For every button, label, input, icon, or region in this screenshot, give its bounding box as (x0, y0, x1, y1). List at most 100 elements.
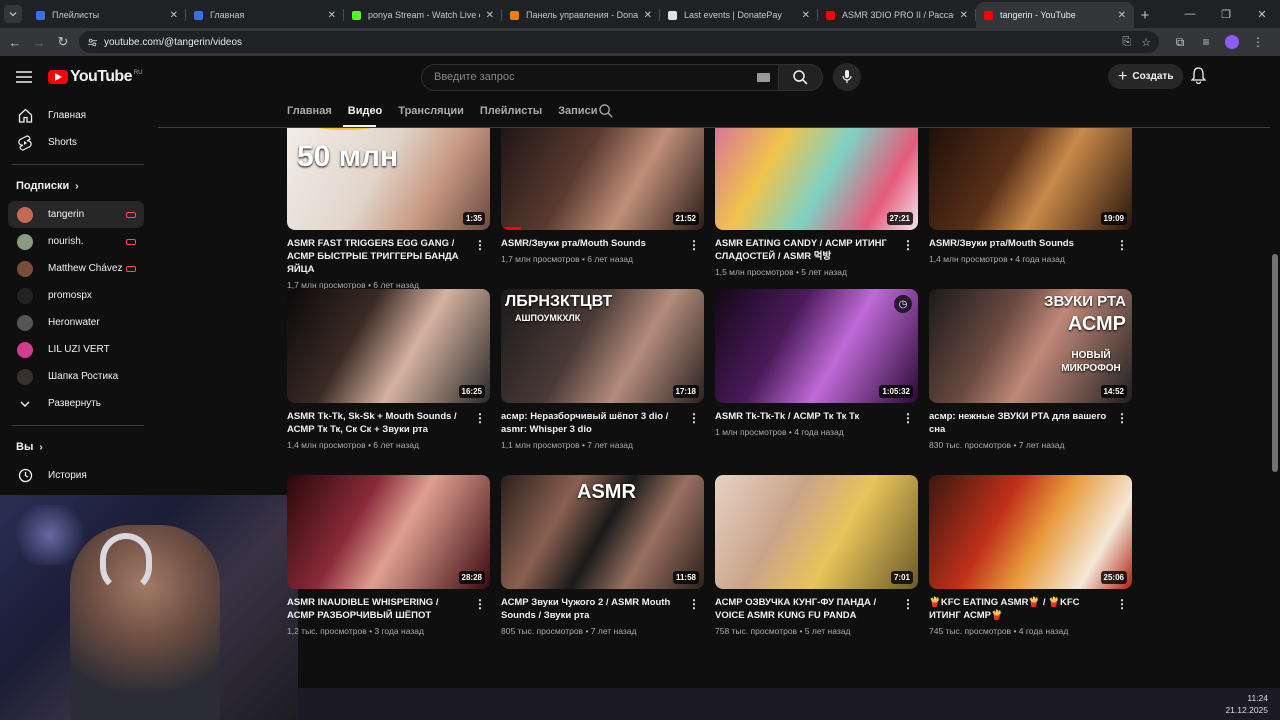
subscription-item[interactable]: tangerin (8, 201, 144, 228)
close-tab-icon[interactable]: ✕ (1118, 10, 1126, 21)
browser-tab[interactable]: Панель управления - Donatio ✕ (502, 2, 660, 28)
video-title[interactable]: ASMR Tk-Tk-Tk / АСМР Тк Тк Тк (715, 410, 895, 423)
channel-search-icon[interactable] (599, 104, 613, 123)
video-thumbnail[interactable]: 7:01 (715, 475, 918, 589)
video-title[interactable]: АСМР Звуки Чужого 2 / ASMR Mouth Sounds … (501, 596, 681, 622)
search-button[interactable] (779, 63, 823, 91)
more-actions-icon[interactable]: ⋮ (688, 597, 700, 611)
video-title[interactable]: ASMR/Звуки рта/Mouth Sounds (929, 237, 1109, 250)
subscription-item[interactable]: Heronwater (8, 309, 144, 336)
page-scrollbar[interactable] (1270, 98, 1280, 688)
system-clock[interactable]: 11:24 21.12.2025 (1225, 692, 1268, 716)
close-window-button[interactable]: ✕ (1244, 0, 1280, 28)
tab-search-button[interactable] (0, 1, 26, 27)
menu-icon[interactable] (0, 71, 48, 83)
video-thumbnail[interactable]: ◷ 1:05:32 (715, 289, 918, 403)
sidebar-item-history[interactable]: История (8, 462, 144, 489)
tab-3[interactable]: Плейлисты (480, 105, 542, 117)
browser-tab[interactable]: tangerin - YouTube ✕ (976, 2, 1134, 28)
video-thumbnail[interactable]: 16:25 (287, 289, 490, 403)
reload-button[interactable]: ↻ (51, 30, 75, 54)
tab-1[interactable]: Видео (348, 105, 383, 117)
video-thumbnail[interactable]: 21:52 (501, 128, 704, 230)
site-info-icon[interactable] (87, 37, 98, 48)
tab-0[interactable]: Главная (287, 105, 332, 117)
address-bar[interactable]: youtube.com/@tangerin/videos ⎘ ☆ (79, 31, 1159, 53)
voice-search-button[interactable] (833, 63, 861, 91)
youtube-logo[interactable]: YouTube RU (48, 68, 143, 86)
more-actions-icon[interactable]: ⋮ (1116, 597, 1128, 611)
maximize-button[interactable]: ❐ (1208, 0, 1244, 28)
browser-tab[interactable]: Last events | DonatePay ✕ (660, 2, 818, 28)
video-thumbnail[interactable]: ЛБРНЗКТЦВТ АШПОУМКХЛК 17:18 (501, 289, 704, 403)
video-card[interactable]: ЛБРНЗКТЦВТ АШПОУМКХЛК 17:18 асмр: Неразборч… (501, 289, 704, 450)
more-actions-icon[interactable]: ⋮ (474, 411, 486, 425)
video-card[interactable]: 21:52 ASMR/Звуки рта/Mouth Sounds ⋮ 1,7 млн… (501, 128, 704, 264)
more-actions-icon[interactable]: ⋮ (474, 238, 486, 252)
video-thumbnail[interactable]: 19:09 (929, 128, 1132, 230)
more-actions-icon[interactable]: ⋮ (1116, 411, 1128, 425)
video-card[interactable]: ЗВУКИ РТА АСМР НОВЫЙ МИКРОФОН 14:52 асмр: не… (929, 289, 1132, 450)
video-card[interactable]: 27:21 ASMR EATING CANDY / АСМР ИТИНГ СЛАД… (715, 128, 918, 277)
more-actions-icon[interactable]: ⋮ (902, 597, 914, 611)
video-card[interactable]: ASMR 11:58 АСМР Звуки Чужого 2 / ASMR Mout… (501, 475, 704, 636)
video-card[interactable]: 7:01 АСМР ОЗВУЧКА КУНГ-ФУ ПАНДА / VOICE A… (715, 475, 918, 636)
you-heading[interactable]: Вы › (0, 432, 158, 462)
tab-2[interactable]: Трансляции (398, 105, 464, 117)
close-tab-icon[interactable]: ✕ (802, 10, 810, 21)
video-title[interactable]: асмр: Неразборчивый шёпот 3 dio / asmr: … (501, 410, 681, 436)
video-title[interactable]: ASMR INAUDIBLE WHISPERING / АСМР РАЗБОРЧ… (287, 596, 467, 622)
video-card[interactable]: 19:09 ASMR/Звуки рта/Mouth Sounds ⋮ 1,4 млн… (929, 128, 1132, 264)
back-button[interactable]: ← (3, 30, 27, 54)
search-input[interactable]: Введите запрос (421, 63, 779, 91)
browser-tab[interactable]: ASMR 3DIO PRO II / Рассабл ✕ (818, 2, 976, 28)
video-thumbnail[interactable]: ЗВУКИ РТА АСМР НОВЫЙ МИКРОФОН 14:52 (929, 289, 1132, 403)
video-card[interactable]: ◷ 1:05:32 ASMR Tk-Tk-Tk / АСМР Тк Тк Тк ⋮ 1 … (715, 289, 918, 437)
scrollbar-thumb[interactable] (1272, 254, 1278, 472)
media-control-icon[interactable]: ≡ (1193, 30, 1219, 54)
watch-later-icon[interactable]: ◷ (894, 295, 912, 313)
bookmark-star-icon[interactable]: ☆ (1141, 36, 1151, 49)
video-thumbnail[interactable]: 25:06 (929, 475, 1132, 589)
video-title[interactable]: ASMR/Звуки рта/Mouth Sounds (501, 237, 681, 250)
subscriptions-heading[interactable]: Подписки › (0, 171, 158, 201)
video-title[interactable]: ASMR Tk-Tk, Sk-Sk + Mouth Sounds / АСМР … (287, 410, 467, 436)
profile-avatar[interactable] (1219, 30, 1245, 54)
notifications-bell-icon[interactable] (1190, 67, 1207, 89)
subscription-item[interactable]: LIL UZI VERT (8, 336, 144, 363)
more-actions-icon[interactable]: ⋮ (688, 411, 700, 425)
keyboard-icon[interactable] (757, 72, 770, 82)
extensions-icon[interactable]: ⧉ (1167, 30, 1193, 54)
video-title[interactable]: ASMR FAST TRIGGERS EGG GANG /АСМР БЫСТРЫ… (287, 237, 467, 276)
video-card[interactable]: 50 млн 1:35 ASMR FAST TRIGGERS EGG GANG /А… (287, 128, 490, 290)
close-tab-icon[interactable]: ✕ (486, 10, 494, 21)
browser-tab[interactable]: Главная ✕ (186, 2, 344, 28)
subscription-item[interactable]: promospx (8, 282, 144, 309)
video-title[interactable]: АСМР ОЗВУЧКА КУНГ-ФУ ПАНДА / VOICE ASMR … (715, 596, 895, 622)
browser-menu-icon[interactable]: ⋮ (1245, 30, 1271, 54)
video-title[interactable]: асмр: нежные ЗВУКИ РТА для вашего сна (929, 410, 1109, 436)
more-actions-icon[interactable]: ⋮ (688, 238, 700, 252)
browser-tab[interactable]: ponya Stream - Watch Live on ✕ (344, 2, 502, 28)
more-actions-icon[interactable]: ⋮ (1116, 238, 1128, 252)
video-title[interactable]: 🍟KFC EATING ASMR🍟 / 🍟KFC ИТИНГ АСМР🍟 (929, 596, 1109, 622)
video-card[interactable]: 25:06 🍟KFC EATING ASMR🍟 / 🍟KFC ИТИНГ АСМР… (929, 475, 1132, 636)
close-tab-icon[interactable]: ✕ (644, 10, 652, 21)
close-tab-icon[interactable]: ✕ (170, 10, 178, 21)
video-card[interactable]: 16:25 ASMR Tk-Tk, Sk-Sk + Mouth Sounds / … (287, 289, 490, 450)
video-thumbnail[interactable]: ASMR 11:58 (501, 475, 704, 589)
create-button[interactable]: + Создать (1108, 64, 1184, 89)
more-actions-icon[interactable]: ⋮ (902, 411, 914, 425)
video-thumbnail[interactable]: 50 млн 1:35 (287, 128, 490, 230)
video-title[interactable]: ASMR EATING CANDY / АСМР ИТИНГ СЛАДОСТЕЙ… (715, 237, 895, 263)
video-card[interactable]: 28:28 ASMR INAUDIBLE WHISPERING / АСМР РА… (287, 475, 490, 636)
close-tab-icon[interactable]: ✕ (328, 10, 336, 21)
expand-subscriptions-button[interactable]: Развернуть (8, 390, 144, 417)
subscription-item[interactable]: Matthew Chávez (8, 255, 144, 282)
subscription-item[interactable]: Шапка Ростика (8, 363, 144, 390)
subscription-item[interactable]: nourish. (8, 228, 144, 255)
video-thumbnail[interactable]: 28:28 (287, 475, 490, 589)
sidebar-item-shorts[interactable]: Shorts (8, 129, 144, 156)
browser-tab[interactable]: Плейлисты ✕ (28, 2, 186, 28)
new-tab-button[interactable]: + (1134, 2, 1156, 28)
